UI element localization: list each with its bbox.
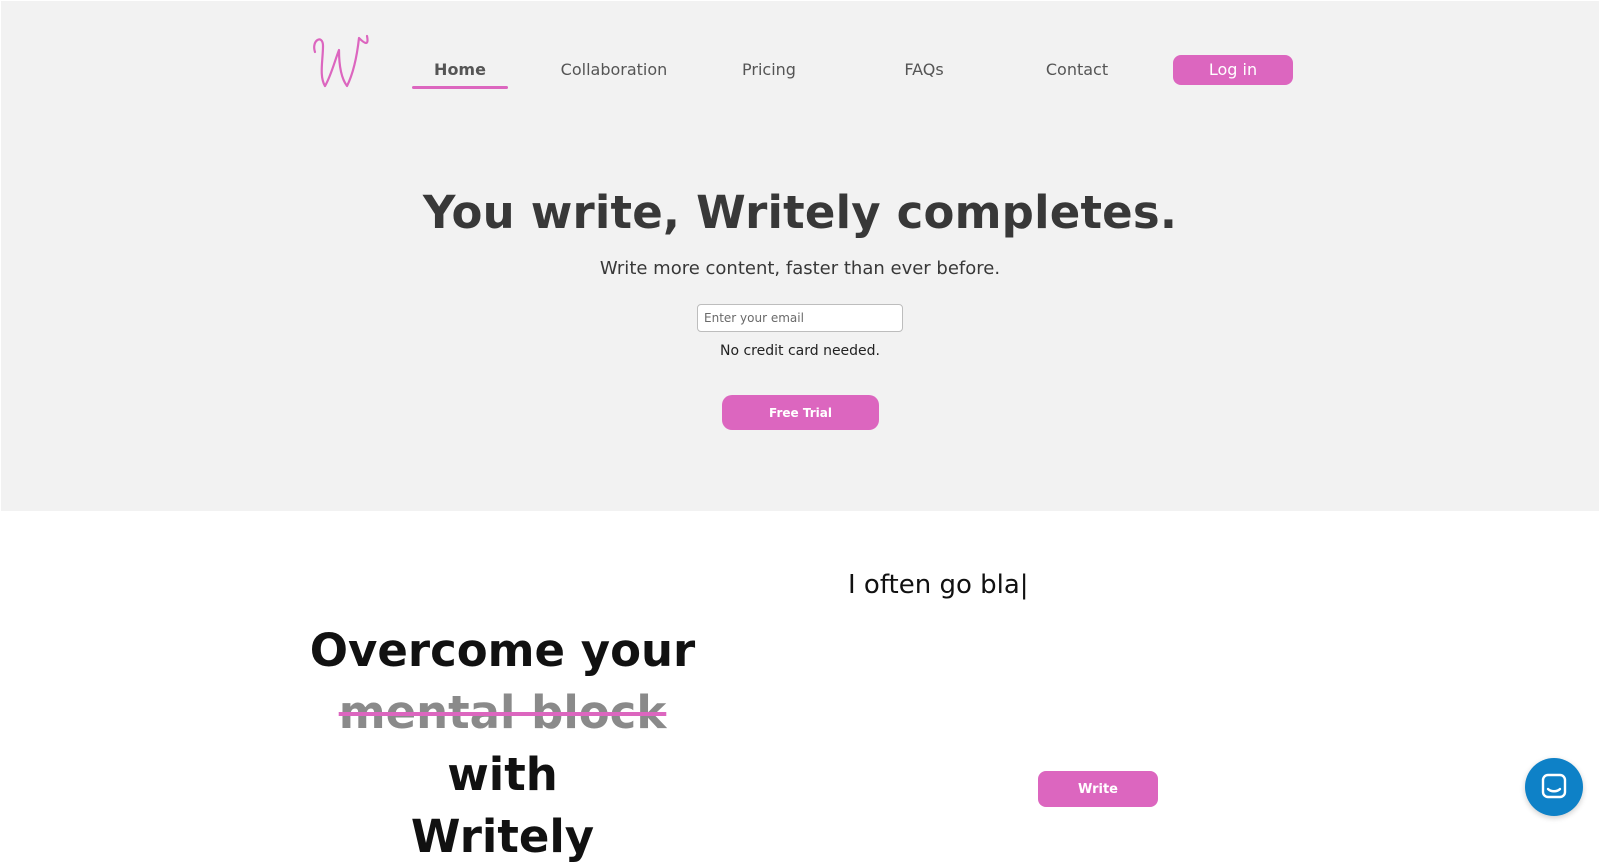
nav-collaboration[interactable]: Collaboration <box>558 58 670 82</box>
login-button[interactable]: Log in <box>1173 55 1293 85</box>
chat-icon <box>1541 773 1567 799</box>
top-nav: Home Collaboration Pricing FAQs Contact … <box>0 0 1600 100</box>
free-trial-button[interactable]: Free Trial <box>722 395 879 430</box>
write-button[interactable]: Write <box>1038 771 1158 807</box>
writely-logo[interactable] <box>309 30 371 92</box>
no-credit-card-note: No credit card needed. <box>719 343 881 359</box>
chat-launcher-button[interactable] <box>1525 758 1583 816</box>
hero-subtitle: Write more content, faster than ever bef… <box>599 258 1001 279</box>
nav-home[interactable]: Home <box>412 58 508 82</box>
email-input[interactable] <box>697 304 903 332</box>
typing-demo-text: I often go bla| <box>848 570 1029 600</box>
nav-pricing[interactable]: Pricing <box>728 58 810 82</box>
struck-phrase: mental block <box>338 686 667 739</box>
feature-heading-with: with <box>447 748 558 801</box>
feature-heading-line3: Writely <box>410 810 595 863</box>
nav-faqs[interactable]: FAQs <box>892 58 956 82</box>
feature-heading: Overcome your mental block with Writely <box>300 620 705 868</box>
hero-title: You write, Writely completes. <box>422 186 1178 239</box>
nav-contact[interactable]: Contact <box>1040 58 1114 82</box>
feature-heading-line1: Overcome your <box>309 624 696 677</box>
nav-active-indicator <box>412 86 508 89</box>
